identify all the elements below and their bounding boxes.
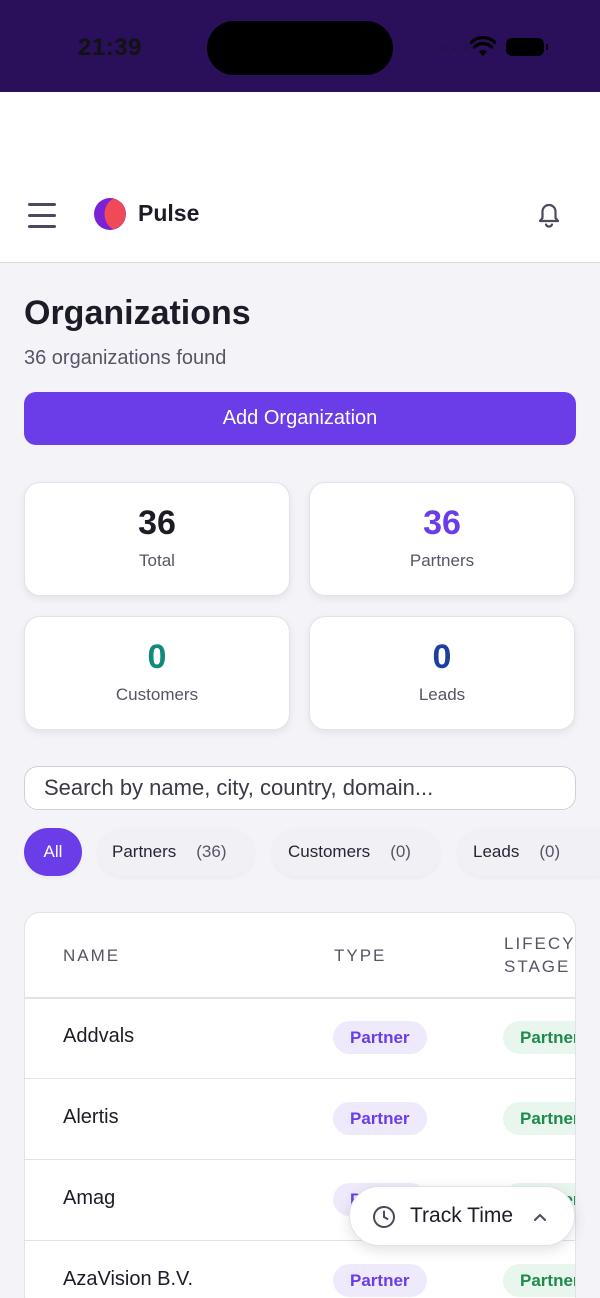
stat-card-leads: 0 Leads (309, 616, 575, 730)
menu-button[interactable] (24, 194, 60, 236)
chip-label: Customers (288, 842, 371, 861)
table-row[interactable]: Addvals Partner Partner (25, 998, 575, 1079)
status-bar: 21:39 (0, 0, 600, 92)
stat-value: 0 (147, 638, 167, 676)
wifi-icon (470, 36, 496, 56)
filter-chip-all[interactable]: All (24, 828, 82, 876)
bell-icon[interactable] (530, 196, 568, 234)
chip-count: (0) (390, 842, 411, 861)
filter-chip-partners[interactable]: Partners (36) (98, 828, 254, 876)
chip-count: (0) (539, 842, 561, 861)
clock-icon (373, 1206, 395, 1228)
brand-name: Pulse (138, 200, 200, 226)
track-time-label: Track Time (410, 1204, 514, 1227)
add-organization-button[interactable]: Add Organization (24, 392, 576, 445)
stat-card-customers: 0 Customers (24, 616, 290, 730)
stage-badge: Partner (503, 1264, 575, 1297)
column-header-name[interactable]: NAME (63, 944, 120, 967)
chip-count: (36) (196, 842, 227, 861)
table-row[interactable]: AzaVision B.V. Partner Partner (25, 1241, 575, 1298)
type-badge: Partner (333, 1021, 427, 1054)
dynamic-island (207, 21, 393, 75)
stat-label: Customers (115, 685, 199, 704)
filter-chip-leads[interactable]: Leads (0) (458, 828, 600, 876)
column-header-stage[interactable]: STAGE (504, 955, 570, 978)
stat-card-partners: 36 Partners (309, 482, 575, 596)
type-badge: Partner (333, 1264, 427, 1297)
chip-label: Partners (112, 842, 177, 861)
stat-value: 36 (423, 504, 461, 542)
org-name: Alertis (63, 1106, 119, 1128)
table-row[interactable]: Alertis Partner Partner (25, 1079, 575, 1160)
filter-chip-customers[interactable]: Customers (0) (272, 828, 440, 876)
battery-icon (506, 38, 548, 56)
page-title: Organizations (24, 294, 251, 332)
pulse-logo (94, 198, 126, 230)
column-header-lifecycle[interactable]: LIFECYCLE (504, 932, 575, 955)
stage-badge: Partner (503, 1102, 575, 1135)
chevron-up-icon (534, 1214, 546, 1221)
track-time-button[interactable]: Track Time (349, 1186, 575, 1246)
stage-badge: Partner (503, 1021, 575, 1054)
stat-value: 36 (138, 504, 176, 542)
column-header-type[interactable]: TYPE (334, 944, 386, 967)
org-name: Addvals (63, 1025, 135, 1047)
search-input[interactable]: Search by name, city, country, domain... (24, 766, 576, 810)
type-badge: Partner (333, 1102, 427, 1135)
org-name: AzaVision B.V. (63, 1268, 194, 1290)
stat-value: 0 (432, 638, 452, 676)
stat-card-total: 36 Total (24, 482, 290, 596)
app-header: Pulse (0, 92, 600, 263)
chip-label: All (43, 842, 63, 861)
status-time: 21:39 (78, 34, 142, 61)
stat-label: Total (139, 551, 175, 570)
chip-label: Leads (473, 842, 520, 861)
cellular-signal-icon (430, 46, 468, 51)
stat-label: Partners (409, 551, 475, 570)
results-count: 36 organizations found (24, 347, 227, 369)
org-name: Amag (63, 1187, 116, 1209)
stat-label: Leads (418, 685, 466, 704)
